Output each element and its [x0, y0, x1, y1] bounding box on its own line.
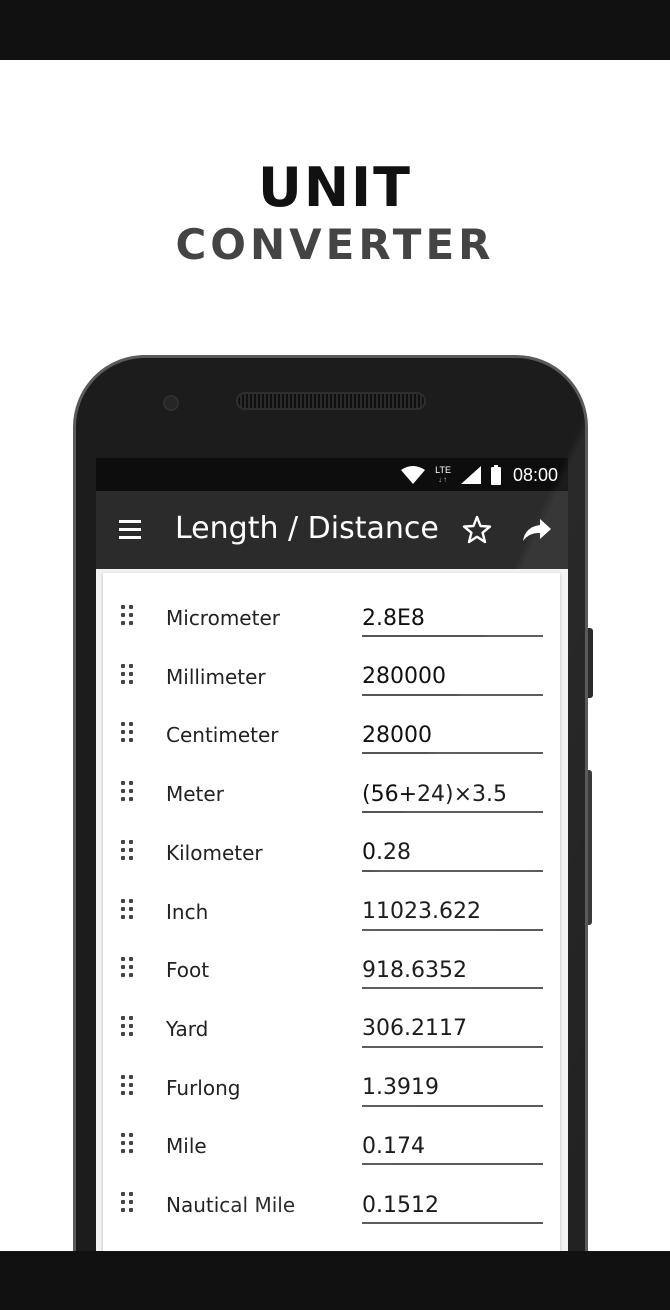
unit-name: Millimeter — [166, 664, 266, 689]
drag-handle-icon[interactable] — [121, 839, 133, 860]
wifi-icon — [401, 466, 426, 484]
unit-name: Nautical Mile — [166, 1193, 296, 1217]
unit-value-input[interactable] — [362, 951, 543, 990]
share-icon[interactable] — [520, 513, 554, 547]
unit-row: Nautical Mile — [103, 1166, 560, 1225]
unit-name: Centimeter — [166, 723, 279, 748]
drag-handle-icon[interactable] — [121, 1192, 133, 1212]
unit-row: Foot — [103, 931, 560, 990]
front-camera — [163, 395, 179, 411]
lte-label: LTE — [435, 465, 451, 475]
unit-row: Inch — [103, 873, 560, 932]
signal-icon — [460, 466, 481, 484]
unit-value-input[interactable] — [362, 1186, 543, 1224]
unit-value-input[interactable] — [362, 892, 543, 931]
unit-name: Furlong — [166, 1075, 241, 1100]
bottom-frame-bar — [0, 1251, 670, 1310]
drag-handle-icon[interactable] — [121, 605, 133, 625]
drag-handle-icon[interactable] — [121, 957, 133, 978]
top-frame-bar — [0, 0, 670, 60]
unit-value-input[interactable] — [362, 657, 543, 696]
unit-row: Micrometer — [103, 579, 560, 638]
unit-name: Kilometer — [166, 840, 263, 865]
drag-handle-icon[interactable] — [121, 781, 133, 802]
lte-icon: LTE ↓↑ — [435, 465, 451, 485]
unit-row: Millimeter — [103, 638, 560, 697]
unit-row: Mile — [103, 1107, 560, 1166]
unit-row: Centimeter — [103, 696, 560, 755]
phone-screen: LTE ↓↑ 08:00 Length / Distance Micromete… — [96, 458, 568, 1310]
unit-row: Furlong — [103, 1049, 560, 1108]
unit-name: Yard — [166, 1016, 209, 1041]
battery-icon — [490, 465, 501, 485]
lte-arrows: ↓↑ — [438, 475, 449, 484]
unit-value-input[interactable] — [362, 1009, 543, 1048]
star-icon[interactable] — [460, 513, 494, 547]
status-bar: LTE ↓↑ 08:00 — [96, 458, 568, 491]
unit-value-input[interactable] — [362, 833, 543, 872]
unit-value-input[interactable] — [362, 775, 543, 814]
drag-handle-icon[interactable] — [121, 898, 133, 919]
unit-value-input[interactable] — [362, 1068, 543, 1107]
phone-frame: LTE ↓↑ 08:00 Length / Distance Micromete… — [73, 355, 588, 1310]
unit-name: Micrometer — [166, 606, 280, 630]
unit-row: Yard — [103, 990, 560, 1049]
earpiece-speaker — [236, 392, 426, 410]
app-bar: Length / Distance — [96, 491, 568, 569]
drag-handle-icon[interactable] — [121, 1074, 133, 1095]
unit-row: Kilometer — [103, 814, 560, 873]
app-title: Length / Distance — [175, 511, 439, 546]
unit-name: Foot — [166, 958, 210, 983]
promo-title-line2: CONVERTER — [175, 220, 495, 269]
clock: 08:00 — [512, 464, 558, 485]
drag-handle-icon[interactable] — [121, 1133, 133, 1154]
drag-handle-icon[interactable] — [121, 722, 133, 743]
unit-name: Meter — [166, 782, 224, 807]
unit-value-input[interactable] — [362, 599, 543, 637]
unit-row: Meter — [103, 755, 560, 814]
drag-handle-icon[interactable] — [121, 1015, 133, 1036]
promo-title-line1: UNIT — [258, 156, 412, 219]
unit-name: Inch — [166, 899, 209, 924]
drag-handle-icon[interactable] — [121, 663, 133, 684]
unit-value-input[interactable] — [362, 716, 543, 755]
unit-name: Mile — [166, 1134, 207, 1159]
unit-list: Micrometer Millimeter Centimeter Meter Kilom… — [103, 573, 560, 1310]
unit-value-input[interactable] — [362, 1127, 543, 1166]
menu-icon[interactable] — [116, 518, 144, 542]
